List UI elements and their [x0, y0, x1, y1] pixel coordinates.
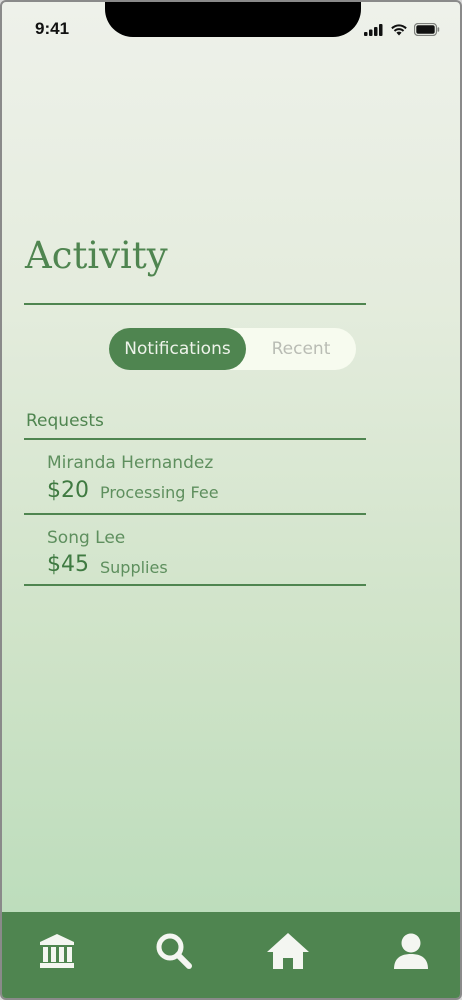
- signal-icon: [364, 21, 384, 40]
- requests-heading: Requests: [26, 411, 104, 431]
- status-time: 9:41: [35, 19, 70, 38]
- request-amount: $20: [47, 478, 89, 503]
- page-title: Activity: [25, 234, 168, 277]
- wifi-icon: [390, 21, 408, 40]
- request-amount: $45: [47, 552, 89, 577]
- title-divider: [24, 303, 366, 305]
- segmented-control: Notifications Recent: [109, 328, 356, 370]
- status-icons: [364, 21, 440, 40]
- request-divider: [24, 584, 366, 586]
- tab-notifications[interactable]: Notifications: [109, 328, 246, 370]
- requests-divider: [24, 438, 366, 440]
- notch: [105, 2, 361, 37]
- request-divider: [24, 513, 366, 515]
- home-icon[interactable]: [263, 926, 313, 976]
- tab-recent[interactable]: Recent: [246, 328, 356, 370]
- profile-icon[interactable]: [386, 926, 436, 976]
- search-icon[interactable]: [149, 926, 199, 976]
- request-description: Processing Fee: [100, 483, 219, 502]
- request-description: Supplies: [100, 558, 168, 577]
- request-name: Song Lee: [47, 528, 126, 548]
- request-name: Miranda Hernandez: [47, 453, 214, 473]
- battery-icon: [413, 21, 440, 40]
- bottom-tab-bar: [2, 912, 460, 998]
- phone-screen: 9:41 Activity Notifications Recent Reque…: [0, 0, 462, 1000]
- bank-icon[interactable]: [32, 926, 82, 976]
